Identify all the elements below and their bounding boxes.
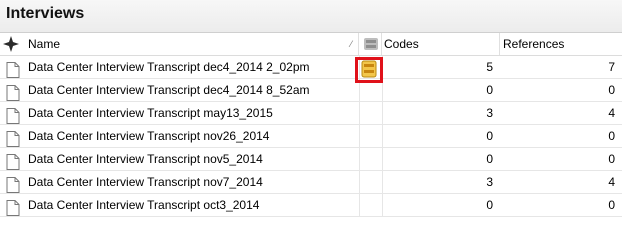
row-coded-cell[interactable] (359, 125, 383, 147)
row-name: Data Center Interview Transcript dec4_20… (28, 83, 310, 97)
panel-title-bar: Interviews (0, 0, 622, 33)
row-references: 0 (608, 129, 615, 143)
references-column-label: References (503, 37, 565, 51)
row-name: Data Center Interview Transcript dec4_20… (28, 60, 310, 74)
row-codes: 5 (486, 60, 493, 74)
row-references: 7 (608, 60, 615, 74)
table-row[interactable]: Data Center Interview Transcript may13_2… (0, 102, 622, 125)
table-header: Name ⁄ Codes References (0, 33, 622, 56)
row-name: Data Center Interview Transcript oct3_20… (28, 198, 260, 212)
table-row[interactable]: Data Center Interview Transcript dec4_20… (0, 79, 622, 102)
table-row[interactable]: Data Center Interview Transcript oct3_20… (0, 194, 622, 217)
row-codes: 0 (486, 152, 493, 166)
table-row[interactable]: Data Center Interview Transcript nov5_20… (0, 148, 622, 171)
name-column-label: Name (28, 37, 61, 51)
row-name: Data Center Interview Transcript nov26_2… (28, 129, 270, 143)
codes-column-header[interactable]: Codes (382, 33, 500, 55)
document-icon (6, 108, 20, 124)
pin-icon (3, 36, 19, 52)
document-icon (6, 131, 20, 147)
panel-title: Interviews (6, 5, 85, 22)
row-name: Data Center Interview Transcript nov7_20… (28, 175, 263, 189)
table-row[interactable]: Data Center Interview Transcript nov26_2… (0, 125, 622, 148)
row-references: 0 (608, 198, 615, 212)
row-coded-cell[interactable] (359, 148, 383, 170)
coded-by-header-icon (364, 38, 378, 50)
table-body: Data Center Interview Transcript dec4_20… (0, 56, 622, 217)
row-coded-cell[interactable] (359, 194, 383, 216)
row-name: Data Center Interview Transcript nov5_20… (28, 152, 263, 166)
interviews-panel: Interviews Name ⁄ Codes References Data … (0, 0, 622, 245)
sort-arrow-icon: ⁄ (350, 39, 352, 49)
row-codes: 3 (486, 175, 493, 189)
table-row[interactable]: Data Center Interview Transcript dec4_20… (0, 56, 622, 79)
select-column-header[interactable] (0, 33, 22, 55)
highlight-box (355, 57, 383, 83)
row-codes: 0 (486, 129, 493, 143)
row-coded-cell[interactable] (359, 171, 383, 193)
table-row[interactable]: Data Center Interview Transcript nov7_20… (0, 171, 622, 194)
document-icon (6, 154, 20, 170)
row-codes: 3 (486, 106, 493, 120)
row-codes: 0 (486, 83, 493, 97)
row-coded-cell[interactable] (359, 102, 383, 124)
row-references: 4 (608, 106, 615, 120)
codes-column-label: Codes (384, 37, 419, 51)
row-references: 0 (608, 83, 615, 97)
document-icon (6, 85, 20, 101)
name-column-header[interactable]: Name ⁄ (22, 33, 359, 55)
document-icon (6, 177, 20, 193)
row-references: 0 (608, 152, 615, 166)
document-icon (6, 200, 20, 216)
row-name: Data Center Interview Transcript may13_2… (28, 106, 273, 120)
document-icon (6, 62, 20, 78)
references-column-header[interactable]: References (500, 33, 622, 55)
row-codes: 0 (486, 198, 493, 212)
row-references: 4 (608, 175, 615, 189)
